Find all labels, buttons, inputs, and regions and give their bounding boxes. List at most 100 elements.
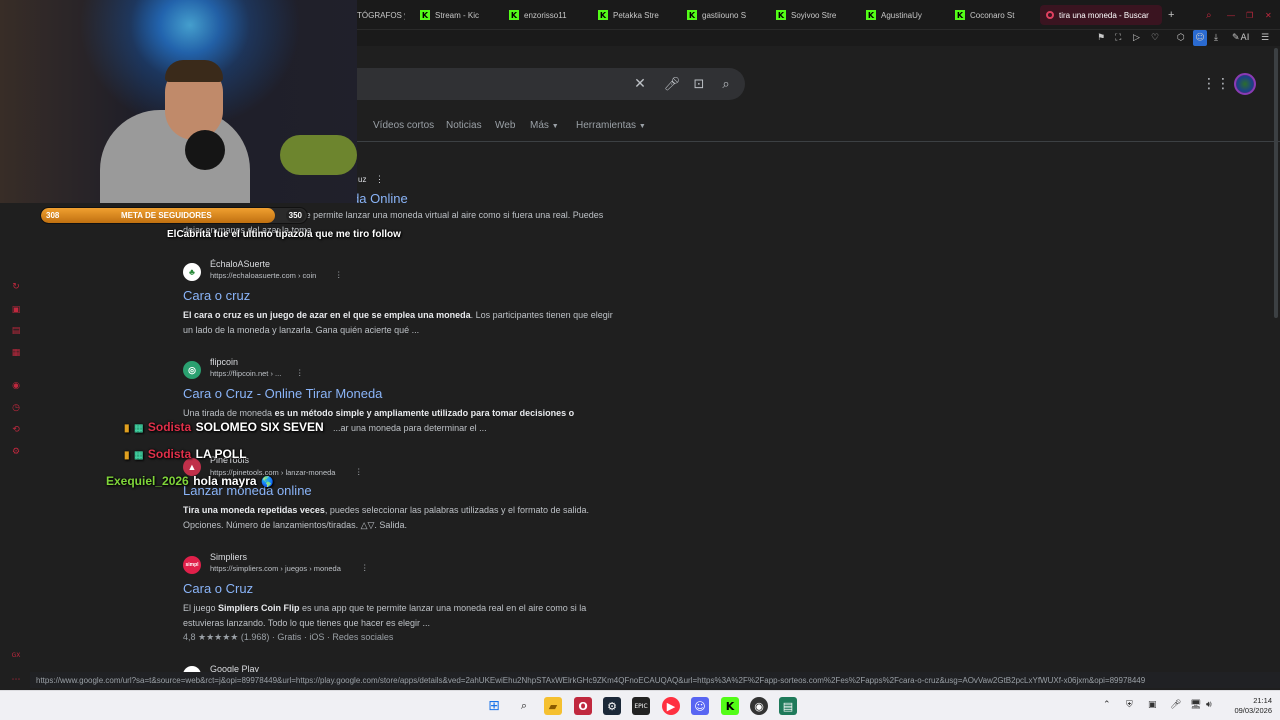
chat-username: Sodista [147, 447, 192, 461]
kick-app-icon[interactable]: K [721, 697, 739, 715]
clock-date: 09/03/2026 [1234, 706, 1272, 715]
result-url: https://flipcoin.net › ... [210, 369, 282, 378]
rail-gx-icon[interactable]: GX [9, 652, 23, 662]
tab-soyivoo[interactable]: K Soyivoo Stre [776, 5, 854, 25]
bookmark-icon[interactable]: ⚑ [1097, 30, 1105, 46]
chat-message: ▮ ▦ Sodista LA POLL [124, 445, 247, 461]
profile-extension-icon[interactable]: ☺ [1193, 30, 1207, 46]
more-options-icon[interactable]: ⋮ [375, 174, 384, 185]
filter-web[interactable]: Web [495, 120, 515, 131]
new-tab-button[interactable]: + [1168, 5, 1180, 25]
rail-refresh-icon[interactable]: ↻ [9, 282, 23, 292]
filter-news[interactable]: Noticias [446, 120, 482, 131]
filter-short-videos[interactable]: Vídeos cortos [373, 120, 434, 131]
more-options-icon[interactable]: ⋮ [361, 563, 369, 572]
tab-label: Stream - Kic [435, 10, 480, 20]
steam-icon[interactable]: ⚙ [603, 697, 621, 715]
result-title[interactable]: Cara o cruz [183, 288, 250, 303]
epic-games-icon[interactable]: EPIC [632, 697, 650, 715]
start-icon[interactable]: ⊞ [485, 697, 503, 715]
chat-username: Exequiel_2026 [106, 474, 189, 488]
play-icon[interactable]: ▷ [1133, 30, 1140, 46]
taskbar-clock[interactable]: 21:14 09/03/2026 [1226, 696, 1272, 716]
tab-label: Petakka Stre [613, 10, 659, 20]
page-scrollbar[interactable] [1274, 48, 1278, 318]
search-tabs-icon[interactable]: ⌕ [1206, 5, 1218, 25]
search-input[interactable] [330, 68, 745, 100]
tab-agustinauy[interactable]: K AgustinaUy [866, 5, 944, 25]
rail-twitch-icon[interactable]: ▦ [9, 348, 23, 358]
more-options-icon[interactable]: ⋮ [296, 368, 304, 377]
tab-stream-kick[interactable]: K Stream - Kic [420, 5, 498, 25]
tray-shield-icon[interactable]: ⛨ [1126, 700, 1133, 710]
result-url: https://echaloasuerte.com › coin [210, 271, 317, 280]
screenshot-icon[interactable]: ⛶ [1115, 30, 1121, 46]
green-plush [280, 135, 357, 175]
ai-icon[interactable]: ✎ AI [1232, 30, 1249, 46]
more-options-icon[interactable]: ⋮ [335, 270, 343, 279]
kick-icon: K [866, 10, 876, 20]
chat-text: hola mayra [193, 474, 257, 488]
rail-sync-icon[interactable]: ⟲ [9, 425, 23, 435]
kick-icon: K [955, 10, 965, 20]
result-rating: 4,8 ★★★★★ (1.968) · Gratis · iOS · Redes… [183, 632, 394, 642]
rail-briefcase-icon[interactable]: ▣ [9, 305, 23, 315]
tab-petakka[interactable]: K Petakka Stre [598, 5, 676, 25]
clock-time: 21:14 [1253, 696, 1272, 705]
tray-app-icon[interactable]: ▣ [1148, 700, 1157, 710]
lens-icon[interactable]: ⊡ [689, 74, 709, 94]
snippet-bold: es un método simple y ampliamente utiliz… [274, 408, 575, 418]
tab-gastiiouno[interactable]: Kgastiiouno S [687, 5, 765, 25]
extensions-icon[interactable]: ⬡ [1177, 30, 1185, 46]
ai-label: AI [1240, 33, 1250, 43]
opera-gx-icon[interactable]: O [574, 697, 592, 715]
rail-settings-icon[interactable]: ⚙ [9, 447, 23, 457]
tray-mic-icon[interactable]: 🎤︎ [1170, 700, 1181, 710]
caret-down-icon: ▼ [638, 123, 646, 130]
microphone-icon[interactable]: 🎤︎ [662, 74, 682, 94]
search-icon[interactable]: ⌕ [515, 697, 533, 715]
result-title[interactable]: Cara o Cruz [183, 581, 253, 596]
tab-label: Coconaro St [970, 10, 1015, 20]
tab-google-search[interactable]: tira una moneda - Buscar [1040, 5, 1162, 25]
result-title[interactable]: Cara o Cruz - Online Tirar Moneda [183, 386, 382, 401]
flipcoin-favicon: ◎ [183, 361, 201, 379]
minimize-icon[interactable]: — [1227, 5, 1239, 25]
kick-icon: K [687, 10, 697, 20]
discord-icon[interactable]: ☺ [691, 697, 709, 715]
tab-enzorisso[interactable]: Kenzorisso11 [509, 5, 587, 25]
close-window-icon[interactable]: ✕ [1265, 5, 1277, 25]
clear-search-icon[interactable]: ✕ [630, 74, 650, 94]
goal-target: 350 [285, 209, 305, 222]
tab-label: TÓGRAFOS y [357, 10, 405, 20]
rail-more-icon[interactable]: ⋯ [9, 675, 23, 685]
tab-coconaro[interactable]: K Coconaro St [955, 5, 1033, 25]
filter-tools[interactable]: Herramientas ▼ [576, 120, 646, 131]
obs-icon[interactable]: ◉ [750, 697, 768, 715]
tray-network-icon[interactable]: 🖥︎ [1190, 700, 1201, 710]
tab-label: Soyivoo Stre [791, 10, 837, 20]
menu-icon[interactable]: ☰ [1261, 30, 1269, 46]
tab-fotografos[interactable]: TÓGRAFOS y [357, 5, 405, 25]
snippet-bold: Tira una moneda repetidas veces [183, 505, 325, 515]
webcam-overlay [0, 0, 357, 203]
rail-play-icon[interactable]: ◉ [9, 381, 23, 391]
heart-icon[interactable]: ♡ [1151, 30, 1159, 46]
download-icon[interactable]: ⤓ [1214, 30, 1218, 46]
restore-icon[interactable]: ❐ [1246, 5, 1258, 25]
filter-more[interactable]: Más ▼ [530, 120, 559, 131]
account-avatar[interactable] [1234, 73, 1256, 95]
apps-grid-icon[interactable]: ⋮⋮ [1202, 74, 1230, 94]
last-follower-text: ElCabrita fue el ultimo tipazo/a que me … [167, 229, 401, 240]
app-icon[interactable]: ▤ [779, 697, 797, 715]
more-options-icon[interactable]: ⋮ [355, 467, 363, 476]
file-explorer-icon[interactable]: ▰ [544, 697, 562, 715]
media-player-icon[interactable]: ▶ [662, 697, 680, 715]
tray-volume-icon[interactable]: 🔊︎ [1206, 700, 1212, 710]
rail-chat-icon[interactable]: ▤ [9, 326, 23, 336]
chat-text: SOLOMEO SIX SEVEN [195, 420, 324, 434]
rail-clock-icon[interactable]: ◷ [9, 403, 23, 413]
goal-current: 308 [46, 211, 60, 220]
tray-chevron-icon[interactable]: ⌃ [1103, 700, 1111, 710]
search-icon[interactable]: ⌕ [716, 74, 736, 94]
